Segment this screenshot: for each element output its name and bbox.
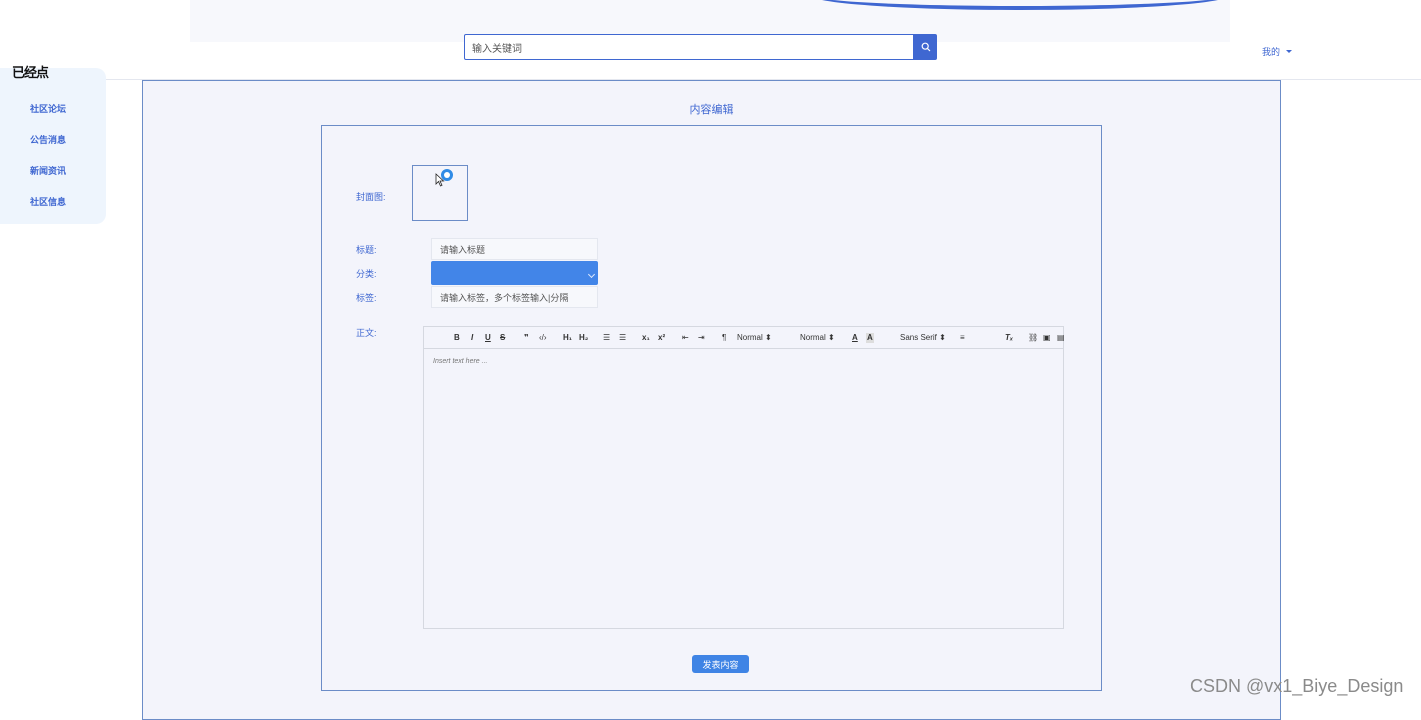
title-label: 标题: <box>356 245 377 255</box>
cover-upload[interactable] <box>412 165 468 221</box>
link-icon[interactable]: ⛓ <box>1028 333 1038 343</box>
italic-icon[interactable]: I <box>471 333 473 343</box>
content-label: 正文: <box>356 328 377 338</box>
code-icon[interactable]: ‹/› <box>539 333 547 343</box>
heading1-icon[interactable]: H₁ <box>563 333 572 343</box>
video-icon[interactable]: ▤ <box>1057 333 1065 343</box>
page-title: 内容编辑 <box>689 104 734 116</box>
strike-icon[interactable]: S <box>500 333 505 343</box>
underline-icon[interactable]: U <box>485 333 491 343</box>
size-select[interactable]: Normal ⬍ <box>800 333 835 343</box>
sidebar-item-news[interactable]: 新闻资讯 <box>30 164 66 177</box>
rich-text-editor[interactable]: B I U S ❞ ‹/› H₁ H₂ ☰ ☰ x₁ x² ⇤ ⇥ ¶ Norm… <box>423 326 1065 629</box>
watermark: CSDN @vx1_Biye_Design <box>1190 676 1404 696</box>
ordered-list-icon[interactable]: ☰ <box>603 333 610 343</box>
search-icon <box>921 42 930 52</box>
tags-input[interactable]: 请输入标签，多个标签输入|分隔 <box>431 286 598 308</box>
caret-down-icon <box>1286 50 1293 53</box>
superscript-icon[interactable]: x² <box>658 333 665 343</box>
header-select[interactable]: Normal ⬍ <box>737 333 772 343</box>
sidebar-item-notice[interactable]: 公告消息 <box>30 133 66 146</box>
bullet-list-icon[interactable]: ☰ <box>619 333 626 343</box>
user-menu[interactable]: 我的 <box>1262 45 1293 58</box>
clear-format-icon[interactable]: Tₓ <box>1005 333 1013 343</box>
cursor-icon <box>435 173 445 187</box>
tags-placeholder: 请输入标签，多个标签输入|分隔 <box>440 292 569 303</box>
sidebar-item-community-info[interactable]: 社区信息 <box>30 195 66 208</box>
heading2-icon[interactable]: H₂ <box>579 333 588 343</box>
category-label: 分类: <box>356 269 377 279</box>
subscript-icon[interactable]: x₁ <box>642 333 650 343</box>
indent-decrease-icon[interactable]: ⇤ <box>682 333 689 343</box>
sidebar: 社区论坛 公告消息 新闻资讯 社区信息 <box>0 68 106 224</box>
font-select[interactable]: Sans Serif ⬍ <box>900 333 946 343</box>
user-menu-label: 我的 <box>1262 47 1281 57</box>
background-color-icon[interactable]: A <box>866 333 874 343</box>
content-form: 封面图: 标题: 请输入标题 分类: 标签: 请输入标签，多个标签输入|分隔 正… <box>321 125 1102 691</box>
search-input[interactable]: 输入关键词 <box>464 34 914 60</box>
tags-label: 标签: <box>356 293 377 303</box>
publish-button[interactable]: 发表内容 <box>692 655 749 673</box>
title-input[interactable]: 请输入标题 <box>431 238 598 260</box>
title-placeholder: 请输入标题 <box>440 244 486 255</box>
overlay-text: 已经点 <box>12 65 49 80</box>
align-icon[interactable]: ≡ <box>960 333 965 343</box>
bold-icon[interactable]: B <box>454 333 460 343</box>
indent-increase-icon[interactable]: ⇥ <box>698 333 705 343</box>
category-select[interactable] <box>431 261 598 285</box>
blockquote-icon[interactable]: ❞ <box>524 333 529 343</box>
cover-label: 封面图: <box>356 192 386 202</box>
editor-body-placeholder[interactable]: Insert text here ... <box>433 358 487 365</box>
chevron-down-icon <box>587 270 596 279</box>
font-color-icon[interactable]: A <box>852 333 858 343</box>
search-button[interactable] <box>914 34 937 60</box>
editor-toolbar: B I U S ❞ ‹/› H₁ H₂ ☰ ☰ x₁ x² ⇤ ⇥ ¶ Norm… <box>424 327 1065 349</box>
search-placeholder: 输入关键词 <box>472 43 522 55</box>
main-panel: 内容编辑 封面图: 标题: 请输入标题 分类: 标签: 请输入标签，多个标签输入… <box>142 80 1281 720</box>
sidebar-item-forum[interactable]: 社区论坛 <box>30 102 66 115</box>
image-icon[interactable]: ▣ <box>1043 333 1051 343</box>
text-direction-icon[interactable]: ¶ <box>722 333 726 343</box>
